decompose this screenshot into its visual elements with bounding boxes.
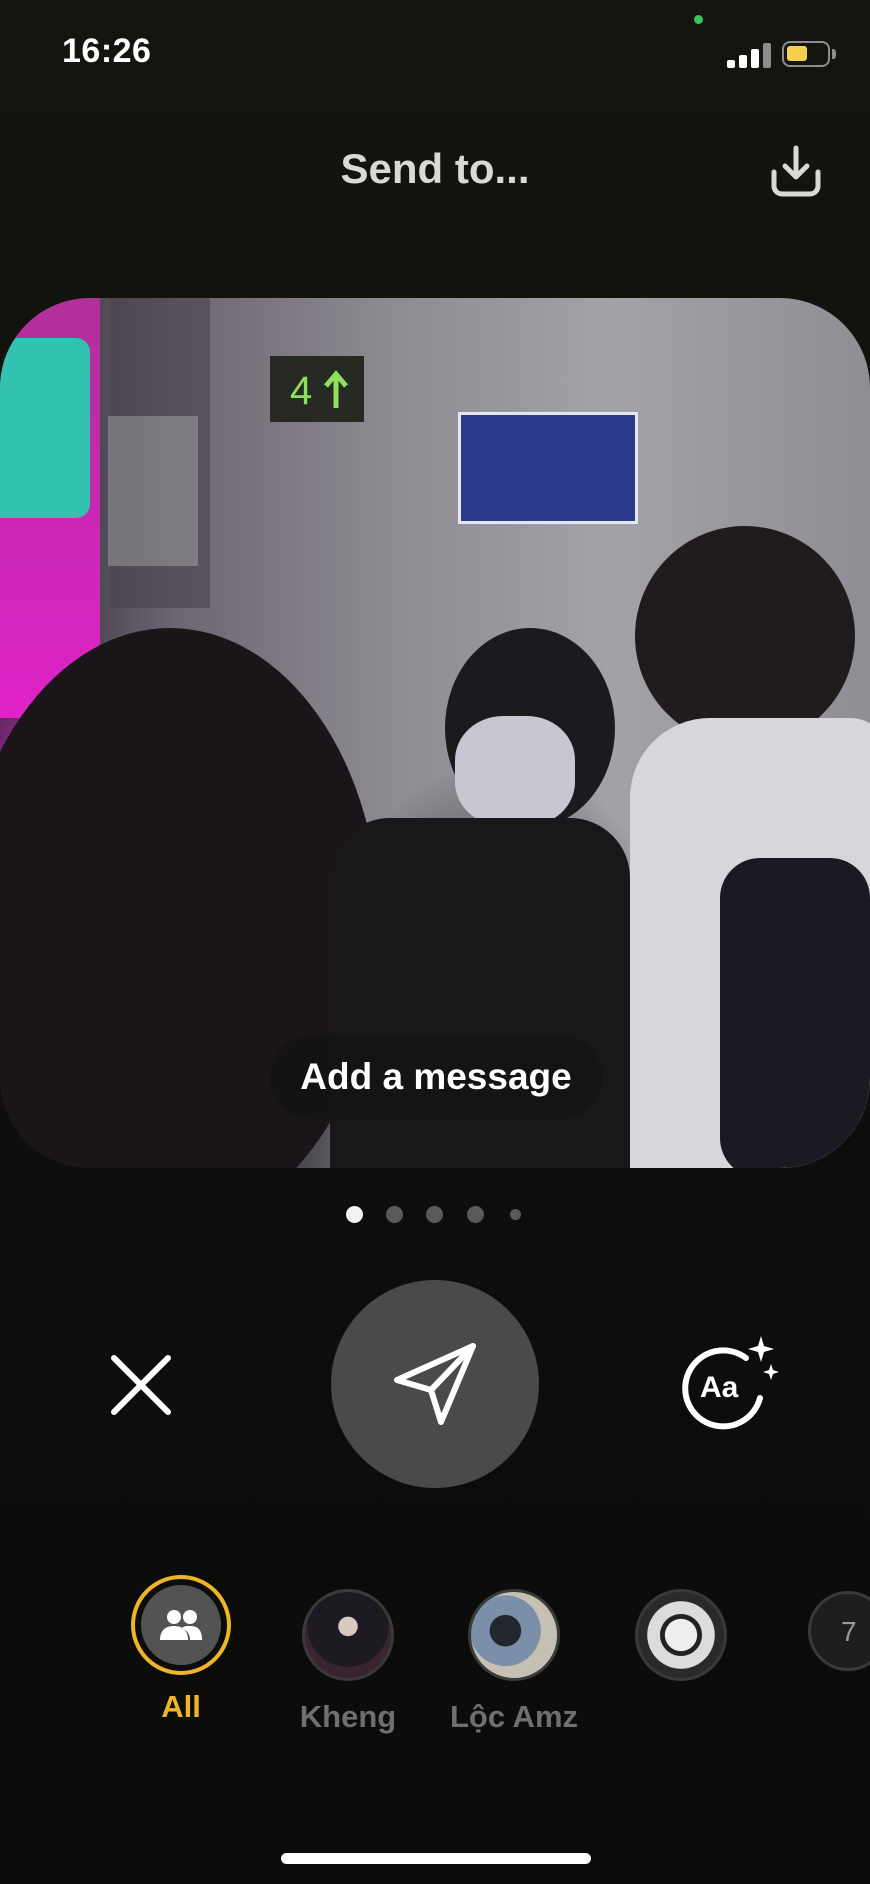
recipient-unnamed[interactable]	[611, 1589, 751, 1681]
recipient-label: All	[161, 1689, 201, 1724]
recipient-kheng[interactable]: Kheng	[278, 1589, 418, 1735]
avatar-ring-selected	[131, 1575, 231, 1675]
recipient-label: Kheng	[299, 1699, 397, 1734]
page-indicator	[0, 1206, 870, 1226]
recipient-label: Lộc Amz	[449, 1699, 579, 1734]
avatar	[302, 1589, 394, 1681]
face-mask	[455, 716, 575, 826]
page-dot-3	[426, 1206, 443, 1223]
close-icon[interactable]	[106, 1350, 176, 1420]
battery-tip	[832, 49, 836, 59]
cellular-signal-icon	[727, 43, 773, 68]
page-title: Send to...	[340, 145, 530, 192]
text-effects-button[interactable]: Aa	[676, 1334, 782, 1430]
status-time: 16:26	[62, 32, 152, 70]
send-button[interactable]	[331, 1280, 539, 1488]
avatar	[635, 1589, 727, 1681]
svg-text:4: 4	[290, 369, 312, 413]
text-effects-glyph: Aa	[700, 1371, 739, 1404]
paper-notice	[108, 416, 198, 566]
battery-icon	[782, 41, 830, 67]
page-dot-4	[467, 1206, 484, 1223]
page-dot-5	[510, 1209, 521, 1220]
page-dot-2	[386, 1206, 403, 1223]
send-paper-plane-icon	[394, 1343, 476, 1425]
person-right-sleeve	[720, 858, 870, 1168]
add-message-input[interactable]: Add a message	[270, 1035, 602, 1119]
mic-indicator-dot	[694, 15, 703, 24]
recipient-loc-amz[interactable]: Lộc Amz	[444, 1589, 584, 1735]
friends-group-icon	[160, 1610, 202, 1640]
home-indicator[interactable]	[281, 1853, 591, 1864]
floor-indicator: 4	[270, 356, 364, 422]
person-right-head	[635, 526, 855, 746]
recipient-all[interactable]: All	[111, 1575, 251, 1725]
notice-sign	[458, 412, 638, 524]
recipient-more-label: 7	[841, 1616, 857, 1647]
page-dot-1	[346, 1206, 363, 1223]
avatar	[468, 1589, 560, 1681]
download-icon[interactable]	[766, 142, 826, 202]
poster-screen	[0, 338, 90, 518]
